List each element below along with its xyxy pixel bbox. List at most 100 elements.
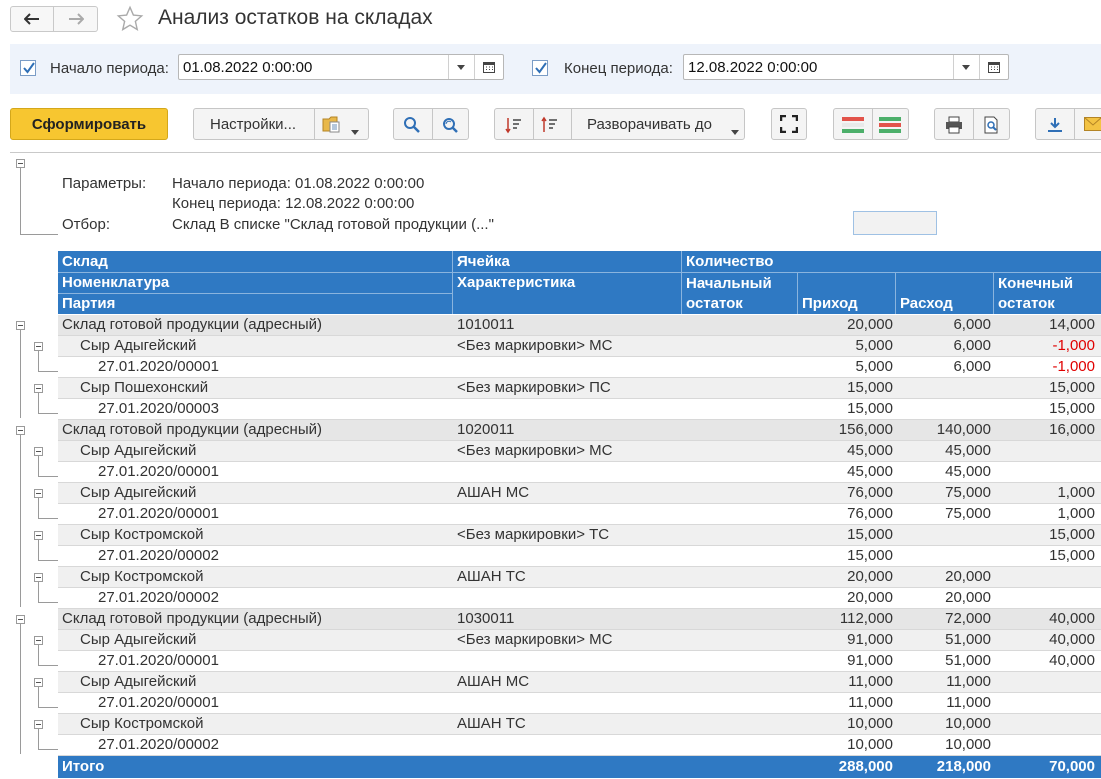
collapse-subgroup-icon[interactable] (34, 531, 43, 540)
search-icon[interactable] (403, 116, 421, 138)
row-characteristic: АШАН МС (457, 484, 529, 501)
collapse-subgroup-icon[interactable] (34, 384, 43, 393)
selection-box (853, 211, 937, 235)
table-row[interactable]: 27.01.2020/0000176,00075,0001,000 (58, 504, 1101, 525)
row-expense: 15,000 (1005, 400, 1095, 417)
title-bar: Анализ остатков на складах (0, 0, 1101, 38)
settings-button[interactable]: Настройки... (210, 116, 296, 133)
dropdown-icon[interactable] (448, 55, 473, 79)
collapse-params-icon[interactable] (16, 159, 25, 168)
row-income: 6,000 (901, 337, 991, 354)
table-row[interactable]: Сыр Пошехонский<Без маркировки> ПС15,000… (58, 378, 1101, 399)
header-cell: Ячейка (457, 253, 510, 270)
calendar-icon[interactable] (474, 55, 503, 79)
start-period-checkbox[interactable] (20, 60, 36, 76)
row-income: 140,000 (901, 421, 991, 438)
row-expense: -1,000 (1005, 358, 1095, 375)
row-opening: 10,000 (803, 715, 893, 732)
header-characteristic: Характеристика (457, 274, 575, 291)
expand-groups-icon[interactable] (879, 115, 901, 139)
row-name: Сыр Костромской (80, 526, 204, 543)
sort-ascending-icon[interactable] (541, 116, 559, 138)
table-row[interactable]: Сыр КостромскойАШАН ТС20,00020,000 (58, 567, 1101, 588)
sort-descending-icon[interactable] (505, 116, 523, 138)
row-name: 27.01.2020/00001 (98, 463, 219, 480)
print-preview-icon[interactable] (983, 116, 1001, 138)
collapse-subgroup-icon[interactable] (34, 678, 43, 687)
row-income: 75,000 (901, 484, 991, 501)
collapse-subgroup-icon[interactable] (34, 342, 43, 351)
row-expense: -1,000 (1005, 337, 1095, 354)
row-name: Склад готовой продукции (адресный) (62, 421, 322, 438)
collapse-group-icon[interactable] (16, 426, 25, 435)
collapse-group-icon[interactable] (16, 321, 25, 330)
dropdown-icon[interactable] (953, 55, 978, 79)
collapse-groups-icon[interactable] (842, 115, 864, 139)
table-row[interactable]: Склад готовой продукции (адресный) 102001… (58, 420, 1101, 441)
table-row[interactable]: 27.01.2020/0000191,00051,00040,000 (58, 651, 1101, 672)
row-expense: 14,000 (1005, 316, 1095, 333)
row-characteristic: <Без маркировки> МС (457, 631, 612, 648)
row-expense: 1,000 (1005, 484, 1095, 501)
expand-to-dropdown[interactable]: Разворачивать до (587, 116, 712, 133)
table-row[interactable]: 27.01.2020/0000315,00015,000 (58, 399, 1101, 420)
search-next-icon[interactable] (441, 116, 459, 138)
row-opening: 91,000 (803, 652, 893, 669)
end-period-field[interactable]: 12.08.2022 0:00:00 (683, 54, 1009, 80)
end-period-checkbox[interactable] (532, 60, 548, 76)
table-row[interactable]: Сыр Костромской<Без маркировки> ТС15,000… (58, 525, 1101, 546)
chevron-down-icon[interactable] (351, 122, 359, 139)
variants-icon[interactable] (322, 114, 344, 138)
check-icon (534, 61, 548, 75)
table-row[interactable]: Сыр КостромскойАШАН ТС10,00010,000 (58, 714, 1101, 735)
collapse-group-icon[interactable] (16, 615, 25, 624)
row-expense: 16,000 (1005, 421, 1095, 438)
table-row[interactable]: Сыр АдыгейскийАШАН МС11,00011,000 (58, 672, 1101, 693)
table-row[interactable]: Сыр АдыгейскийАШАН МС76,00075,0001,000 (58, 483, 1101, 504)
row-income: 6,000 (901, 358, 991, 375)
collapse-subgroup-icon[interactable] (34, 447, 43, 456)
table-row[interactable]: Сыр Адыгейский<Без маркировки> МС45,0004… (58, 441, 1101, 462)
row-expense: 40,000 (1005, 610, 1095, 627)
print-icon[interactable] (945, 116, 963, 138)
row-name: 27.01.2020/00001 (98, 652, 219, 669)
collapse-subgroup-icon[interactable] (34, 573, 43, 582)
table-row[interactable]: 27.01.2020/0000210,00010,000 (58, 735, 1101, 756)
table-row[interactable]: Сыр Адыгейский<Без маркировки> МС91,0005… (58, 630, 1101, 651)
row-name: 27.01.2020/00002 (98, 736, 219, 753)
table-row[interactable]: Склад готовой продукции (адресный)101001… (58, 315, 1101, 336)
row-characteristic: 1010011 (457, 316, 514, 333)
table-row[interactable]: 27.01.2020/0000145,00045,000 (58, 462, 1101, 483)
download-icon[interactable] (1046, 116, 1064, 138)
collapse-subgroup-icon[interactable] (34, 489, 43, 498)
table-row[interactable]: Склад готовой продукции (адресный)103001… (58, 609, 1101, 630)
start-period-field[interactable]: 01.08.2022 0:00:00 (178, 54, 504, 80)
fullscreen-button[interactable] (771, 108, 807, 140)
forward-button[interactable] (54, 6, 98, 32)
row-income: 10,000 (901, 736, 991, 753)
table-row[interactable]: Сыр Адыгейский<Без маркировки> МС5,0006,… (58, 336, 1101, 357)
row-name: Сыр Адыгейский (80, 631, 196, 648)
check-icon (22, 61, 36, 75)
table-row[interactable]: 27.01.2020/0000111,00011,000 (58, 693, 1101, 714)
chevron-down-icon[interactable] (731, 122, 739, 139)
row-characteristic: 1020011 (457, 421, 514, 438)
calendar-icon[interactable] (979, 55, 1008, 79)
generate-button[interactable]: Сформировать (10, 108, 168, 140)
row-income: 45,000 (901, 463, 991, 480)
row-opening: 20,000 (803, 589, 893, 606)
back-button[interactable] (10, 6, 54, 32)
table-row[interactable]: 27.01.2020/0000220,00020,000 (58, 588, 1101, 609)
header-item: Номенклатура (62, 274, 169, 291)
mail-icon[interactable] (1084, 117, 1101, 135)
row-opening: 11,000 (803, 673, 893, 690)
row-name: 27.01.2020/00003 (98, 400, 219, 417)
table-row[interactable]: 27.01.2020/000015,0006,000-1,000 (58, 357, 1101, 378)
collapse-subgroup-icon[interactable] (34, 720, 43, 729)
total-row: Итого 288,000 218,000 70,000 (58, 756, 1101, 778)
row-income: 51,000 (901, 652, 991, 669)
row-opening: 91,000 (803, 631, 893, 648)
favorite-star-icon[interactable] (116, 5, 144, 36)
collapse-subgroup-icon[interactable] (34, 636, 43, 645)
table-row[interactable]: 27.01.2020/0000215,00015,000 (58, 546, 1101, 567)
